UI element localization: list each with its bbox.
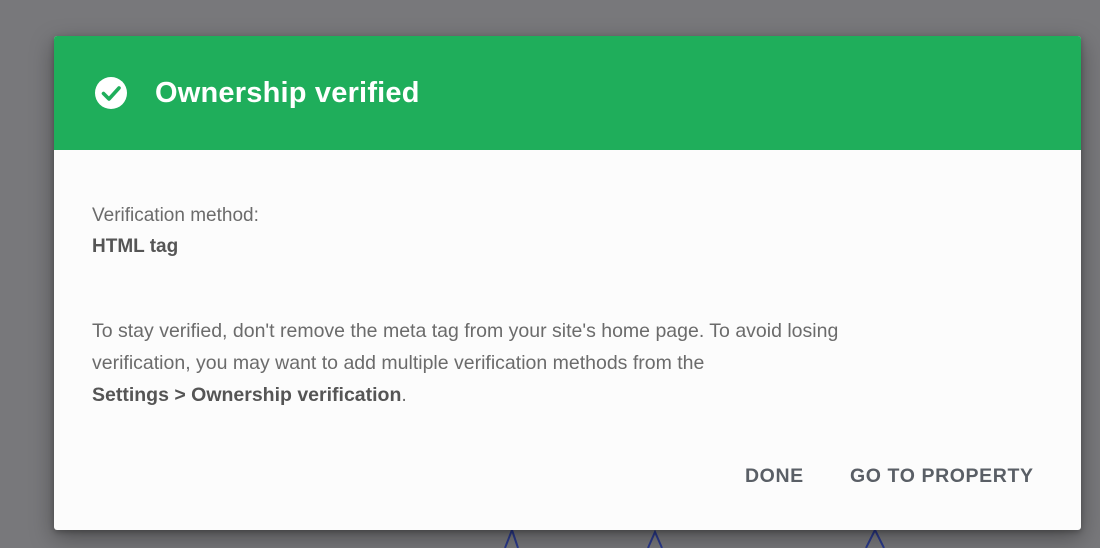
info-line-3: Settings > Ownership verification.	[92, 379, 992, 411]
done-button[interactable]: DONE	[741, 460, 808, 492]
ownership-verified-dialog: Ownership verified Verification method: …	[54, 36, 1081, 530]
verification-method-value: HTML tag	[92, 236, 179, 257]
go-to-property-button[interactable]: GO TO PROPERTY	[846, 460, 1038, 492]
check-circle-icon	[95, 77, 127, 109]
dialog-title: Ownership verified	[155, 77, 420, 109]
info-end-period: .	[401, 384, 407, 406]
verification-info-text: To stay verified, don't remove the meta …	[92, 315, 992, 411]
info-line-2: verification, you may want to add multip…	[92, 352, 705, 374]
info-line-1: To stay verified, don't remove the meta …	[92, 320, 839, 342]
dialog-header: Ownership verified	[54, 36, 1081, 150]
verification-method-label: Verification method:	[92, 205, 259, 226]
settings-ownership-verification-link[interactable]: Settings > Ownership verification	[92, 384, 401, 406]
